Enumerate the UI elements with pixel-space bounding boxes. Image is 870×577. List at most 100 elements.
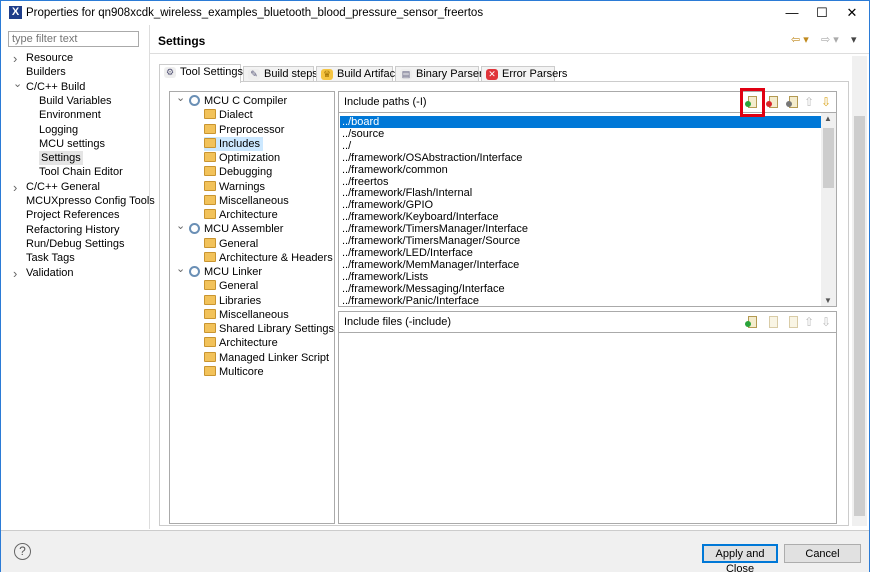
include-path-item[interactable]: ../framework/Panic/Interface <box>340 295 821 307</box>
tool-item[interactable]: Warnings <box>204 180 265 194</box>
gear-icon: ⚙ <box>164 67 176 78</box>
tab-label: Build Artifact <box>337 68 399 80</box>
include-path-item[interactable]: ../framework/GPIO <box>340 199 821 211</box>
chevron-down-icon[interactable]: ⌄ <box>176 262 185 275</box>
filter-input[interactable] <box>8 31 139 47</box>
tab-build-artifact[interactable]: ♛ Build Artifact <box>316 66 398 82</box>
tool-item[interactable]: Includes <box>204 136 263 151</box>
tree-item[interactable]: MCUXpresso Config Tools <box>26 194 155 208</box>
include-path-item[interactable]: ../framework/Keyboard/Interface <box>340 211 821 223</box>
move-down-icon[interactable]: ⇩ <box>821 315 835 329</box>
cancel-button[interactable]: Cancel <box>784 544 861 563</box>
tool-item[interactable]: Libraries <box>204 294 261 308</box>
tool-group[interactable]: MCU Linker <box>189 265 262 279</box>
delete-file-icon[interactable] <box>766 315 780 329</box>
chevron-right-icon[interactable]: › <box>13 51 17 66</box>
tree-item[interactable]: Refactoring History <box>26 223 120 237</box>
tab-build-steps[interactable]: ✎ Build steps <box>243 66 318 82</box>
help-icon[interactable]: ? <box>14 543 31 560</box>
tree-item[interactable]: MCU settings <box>39 137 105 151</box>
page-scrollbar[interactable] <box>852 56 867 526</box>
include-path-item[interactable]: ../framework/Lists <box>340 271 821 283</box>
tab-error-parsers[interactable]: ✕ Error Parsers <box>481 66 567 82</box>
chevron-down-icon[interactable]: ⌄ <box>176 219 185 232</box>
edit-file-icon[interactable] <box>786 315 800 329</box>
tool-item-label: Miscellaneous <box>219 308 289 321</box>
minimize-button[interactable]: — <box>777 3 807 23</box>
tool-item[interactable]: Debugging <box>204 165 272 179</box>
forward-button[interactable]: ⇨ ▾ <box>821 33 839 46</box>
include-path-item[interactable]: ../board <box>340 116 822 128</box>
add-file-icon[interactable] <box>745 315 759 329</box>
move-up-icon[interactable]: ⇧ <box>804 95 818 109</box>
chevron-right-icon[interactable]: › <box>13 266 17 281</box>
edit-path-icon[interactable] <box>786 95 800 109</box>
include-path-item[interactable]: ../framework/TimersManager/Source <box>340 235 821 247</box>
tree-item[interactable]: C/C++ General <box>26 180 100 194</box>
maximize-button[interactable]: ☐ <box>807 3 837 23</box>
tool-item-label: MCU Linker <box>204 266 263 278</box>
tool-gear-icon <box>189 266 200 277</box>
tree-item[interactable]: Environment <box>39 108 101 122</box>
chevron-right-icon[interactable]: › <box>13 180 17 195</box>
tool-item-label: Architecture & Headers <box>219 251 333 264</box>
tool-group[interactable]: MCU Assembler <box>189 222 283 236</box>
apply-and-close-button[interactable]: Apply and Close <box>702 544 778 575</box>
tool-item[interactable]: Architecture <box>204 208 278 222</box>
tree-item[interactable]: Tool Chain Editor <box>39 165 123 179</box>
tree-item[interactable]: Project References <box>26 208 120 222</box>
move-up-icon[interactable]: ⇧ <box>804 315 818 329</box>
include-path-item[interactable]: ../ <box>340 140 821 152</box>
tool-item[interactable]: Architecture <box>204 336 278 350</box>
include-path-item[interactable]: ../framework/Messaging/Interface <box>340 283 821 295</box>
tab-label: Build steps <box>264 68 318 80</box>
title-bar: X Properties for qn908xcdk_wireless_exam… <box>1 1 869 25</box>
tool-item[interactable]: Miscellaneous <box>204 194 289 208</box>
tool-item-label: Architecture <box>219 337 278 350</box>
page-title: Settings <box>158 34 206 48</box>
tree-item[interactable]: Logging <box>39 123 78 137</box>
tree-item[interactable]: Settings <box>39 151 83 166</box>
tool-item[interactable]: Optimization <box>204 151 280 165</box>
close-button[interactable]: ✕ <box>837 3 867 23</box>
tree-item[interactable]: Validation <box>26 266 74 280</box>
tool-item[interactable]: Shared Library Settings <box>204 322 334 336</box>
tree-item[interactable]: Builders <box>26 65 66 79</box>
tool-group[interactable]: MCU C Compiler <box>189 94 287 108</box>
tool-item[interactable]: Miscellaneous <box>204 308 289 322</box>
include-path-item[interactable]: ../framework/MemManager/Interface <box>340 259 821 271</box>
tree-item[interactable]: Task Tags <box>26 251 75 265</box>
include-path-item[interactable]: ../framework/Flash/Internal <box>340 187 821 199</box>
delete-path-icon[interactable] <box>766 95 780 109</box>
list-scrollbar[interactable]: ▲ ▼ <box>821 113 836 306</box>
include-path-item[interactable]: ../framework/common <box>340 164 821 176</box>
include-path-item[interactable]: ../framework/OSAbstraction/Interface <box>340 152 821 164</box>
include-files-title: Include files (-include) <box>344 316 451 328</box>
folder-icon <box>204 152 216 162</box>
tree-item[interactable]: Build Variables <box>39 94 112 108</box>
tree-item[interactable]: C/C++ Build <box>26 80 85 94</box>
tree-item[interactable]: Run/Debug Settings <box>26 237 124 251</box>
include-path-item[interactable]: ../framework/TimersManager/Interface <box>340 223 821 235</box>
tool-item[interactable]: Managed Linker Script <box>204 351 329 365</box>
tool-item[interactable]: Preprocessor <box>204 123 284 137</box>
move-down-icon[interactable]: ⇩ <box>821 95 835 109</box>
tool-item-label: Dialect <box>219 109 253 122</box>
tool-item[interactable]: Dialect <box>204 108 253 122</box>
tree-item[interactable]: Resource <box>26 51 73 65</box>
tool-item[interactable]: General <box>204 237 258 251</box>
include-path-item[interactable]: ../source <box>340 128 821 140</box>
folder-icon <box>204 337 216 348</box>
tool-item[interactable]: General <box>204 279 258 293</box>
tab-tool-settings[interactable]: ⚙ Tool Settings <box>159 64 243 83</box>
menu-dropdown-icon[interactable]: ▾ <box>851 33 857 46</box>
include-path-item[interactable]: ../freertos <box>340 176 821 188</box>
include-path-item[interactable]: ../framework/LED/Interface <box>340 247 821 259</box>
back-button[interactable]: ⇦ ▾ <box>791 33 809 46</box>
tool-item[interactable]: Architecture & Headers <box>204 251 333 265</box>
highlight-box <box>740 88 765 117</box>
tool-item[interactable]: Multicore <box>204 365 264 379</box>
chevron-down-icon[interactable]: ⌄ <box>13 77 22 90</box>
chevron-down-icon[interactable]: ⌄ <box>176 91 185 104</box>
tab-binary-parsers[interactable]: ▤ Binary Parsers <box>395 66 488 82</box>
